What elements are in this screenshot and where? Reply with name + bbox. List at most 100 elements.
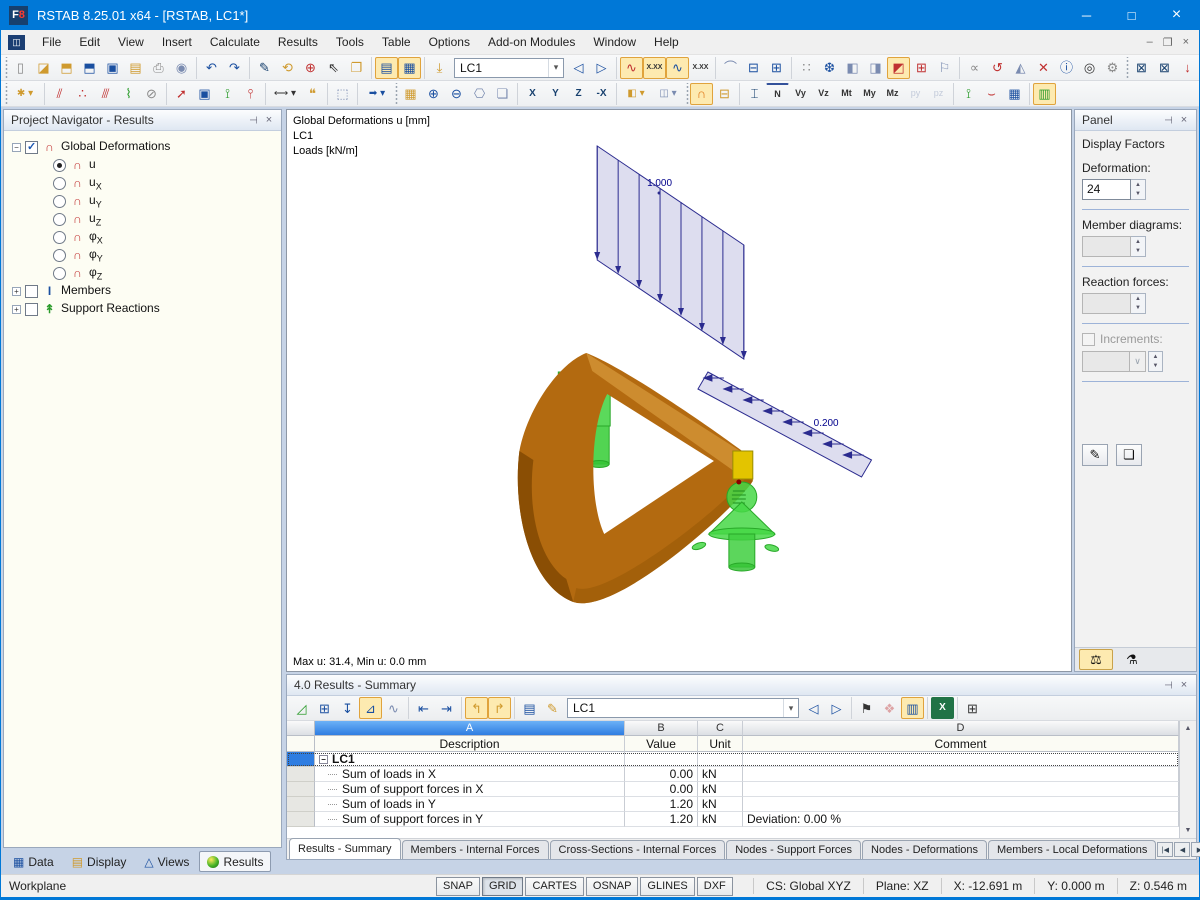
tree-row[interactable]: − ∩ Global Deformations	[10, 138, 279, 156]
scroll-up-icon[interactable]: ▲	[1185, 721, 1192, 736]
tree-control[interactable]	[53, 195, 66, 208]
select-chain-icon[interactable]: ∝	[963, 57, 986, 79]
result-N-icon[interactable]: N	[766, 83, 789, 105]
results-tab[interactable]: Results - Summary	[289, 838, 401, 859]
sep[interactable]	[1026, 83, 1033, 105]
info-icon[interactable]: ⓘ	[1055, 57, 1078, 79]
filter-icon[interactable]: ⚑	[855, 697, 878, 719]
sep[interactable]	[514, 83, 521, 105]
table-layout-icon[interactable]: ▦	[398, 57, 421, 79]
dimension-icon[interactable]: ⟷ ▾	[269, 83, 301, 105]
tree-control[interactable]	[53, 267, 66, 280]
undo-icon[interactable]: ↶	[200, 57, 223, 79]
tree-control[interactable]	[53, 249, 66, 262]
close-icon[interactable]: ×	[1176, 677, 1192, 693]
menu-item[interactable]: Edit	[70, 32, 109, 52]
open-project-icon[interactable]: ⬒	[55, 57, 78, 79]
tree-row[interactable]: + ↟ Support Reactions	[10, 300, 279, 318]
combo-arrow-icon[interactable]: ▾	[783, 699, 798, 717]
menu-item[interactable]: Insert	[153, 32, 201, 52]
jump-fwd-icon[interactable]: ↱	[488, 697, 511, 719]
graphics-viewport[interactable]: Global Deformations u [mm] LC1 Loads [kN…	[286, 109, 1072, 672]
deformation-result-icon[interactable]: ⌶	[743, 83, 766, 105]
gears-icon[interactable]: ⚙	[1101, 57, 1124, 79]
sep[interactable]	[924, 697, 931, 719]
menu-item[interactable]: File	[33, 32, 70, 52]
column-header-b[interactable]: B	[625, 721, 698, 736]
combo-arrow-icon[interactable]: ▾	[548, 59, 563, 77]
sep[interactable]	[712, 57, 719, 79]
menu-item[interactable]: Add-on Modules	[479, 32, 584, 52]
move-node-icon[interactable]: ∴	[71, 83, 94, 105]
tree-control[interactable]	[53, 159, 66, 172]
menu-item[interactable]: Table	[373, 32, 420, 52]
open-folder-icon[interactable]: ◪	[32, 57, 55, 79]
animation-icon[interactable]: ⌒	[719, 57, 742, 79]
sep[interactable]	[736, 83, 743, 105]
window-copy-icon[interactable]: ❐	[345, 57, 368, 79]
tab-nav-button[interactable]: ▶	[1191, 842, 1200, 857]
navigator-tab[interactable]: ▤ Display	[64, 851, 135, 872]
result-py-icon[interactable]: py	[904, 83, 927, 105]
comment-cell[interactable]	[743, 797, 1179, 812]
tree-control[interactable]	[53, 231, 66, 244]
table-row[interactable]: Sum of loads in Y 1.20 kN	[287, 797, 1179, 812]
navigator-tab[interactable]: Results	[199, 851, 271, 872]
comment-icon[interactable]: ❝	[301, 83, 324, 105]
perspective-view-icon[interactable]: ❏	[491, 83, 514, 105]
zoom-out-icon[interactable]: ⊖	[445, 83, 468, 105]
pin-icon[interactable]: ⊤	[1160, 112, 1176, 128]
support-reactions-icon[interactable]: ⟟	[957, 83, 980, 105]
mirror-icon[interactable]: ◭	[1009, 57, 1032, 79]
mode-arrow-icon[interactable]: ➡ ▾	[361, 83, 393, 105]
tree-control[interactable]	[25, 303, 38, 316]
table-row[interactable]: −LC1	[287, 752, 1179, 767]
tab-nav-button[interactable]: |◀	[1157, 842, 1173, 857]
value-cell[interactable]	[625, 752, 698, 767]
sep[interactable]	[354, 83, 361, 105]
rotate-view-icon[interactable]: ⟲	[276, 57, 299, 79]
snap-settings-icon[interactable]: ❆	[818, 57, 841, 79]
isometric-view-icon[interactable]: ⎔	[468, 83, 491, 105]
sep[interactable]	[193, 57, 200, 79]
result-sort-icon[interactable]: ⊿	[359, 697, 382, 719]
next-load-case-icon[interactable]: ▷	[590, 57, 613, 79]
tree-expander[interactable]: +	[12, 287, 21, 296]
sep[interactable]	[956, 57, 963, 79]
tree-row[interactable]: ∩ uY	[10, 192, 279, 210]
sketch-mode-icon[interactable]: ✎	[253, 57, 276, 79]
view-x-icon[interactable]: X	[521, 83, 544, 105]
column-header-a[interactable]: A	[315, 721, 625, 736]
prev-case-icon[interactable]: ◁	[802, 697, 825, 719]
show-results-icon[interactable]: ∿	[620, 57, 643, 79]
status-toggle[interactable]: CARTES	[525, 877, 583, 896]
new-file-icon[interactable]: ▯	[9, 57, 32, 79]
next-case-icon[interactable]: ▷	[825, 697, 848, 719]
tree-control[interactable]	[53, 177, 66, 190]
connect-members-icon[interactable]: ⌇	[117, 83, 140, 105]
grid-points-icon[interactable]: ∷	[795, 57, 818, 79]
new-load-case-icon[interactable]: ⤓	[428, 57, 451, 79]
value-cell[interactable]: 0.00	[625, 767, 698, 782]
row-header[interactable]	[287, 782, 315, 797]
result-table-icon[interactable]: ▦	[1003, 83, 1026, 105]
result-Mz-icon[interactable]: Mz	[881, 83, 904, 105]
render-grid-icon[interactable]: ⊞	[910, 57, 933, 79]
print-preview-icon[interactable]: ◉	[170, 57, 193, 79]
tree-row[interactable]: ∩ φX	[10, 228, 279, 246]
rotate-copy-icon[interactable]: ↺	[986, 57, 1009, 79]
unit-cell[interactable]: kN	[698, 767, 743, 782]
sep[interactable]	[458, 697, 465, 719]
deformation-spinbox[interactable]: 24 ▲▼	[1082, 179, 1146, 200]
calculator-icon[interactable]: ⊞	[961, 697, 984, 719]
maximize-button[interactable]: □	[1109, 0, 1154, 30]
table-row[interactable]: Sum of loads in X 0.00 kN	[287, 767, 1179, 782]
edit-factors-button[interactable]: ✎	[1082, 444, 1108, 466]
col-next-icon[interactable]: ⇥	[435, 697, 458, 719]
menu-item[interactable]: Options	[420, 32, 479, 52]
value-cell[interactable]: 1.20	[625, 812, 698, 827]
result-min-icon[interactable]: ◿	[290, 697, 313, 719]
orbit-view-icon[interactable]: ⊕	[299, 57, 322, 79]
result-down-icon[interactable]: ↧	[336, 697, 359, 719]
comment-cell[interactable]: Deviation: 0.00 %	[743, 812, 1179, 827]
